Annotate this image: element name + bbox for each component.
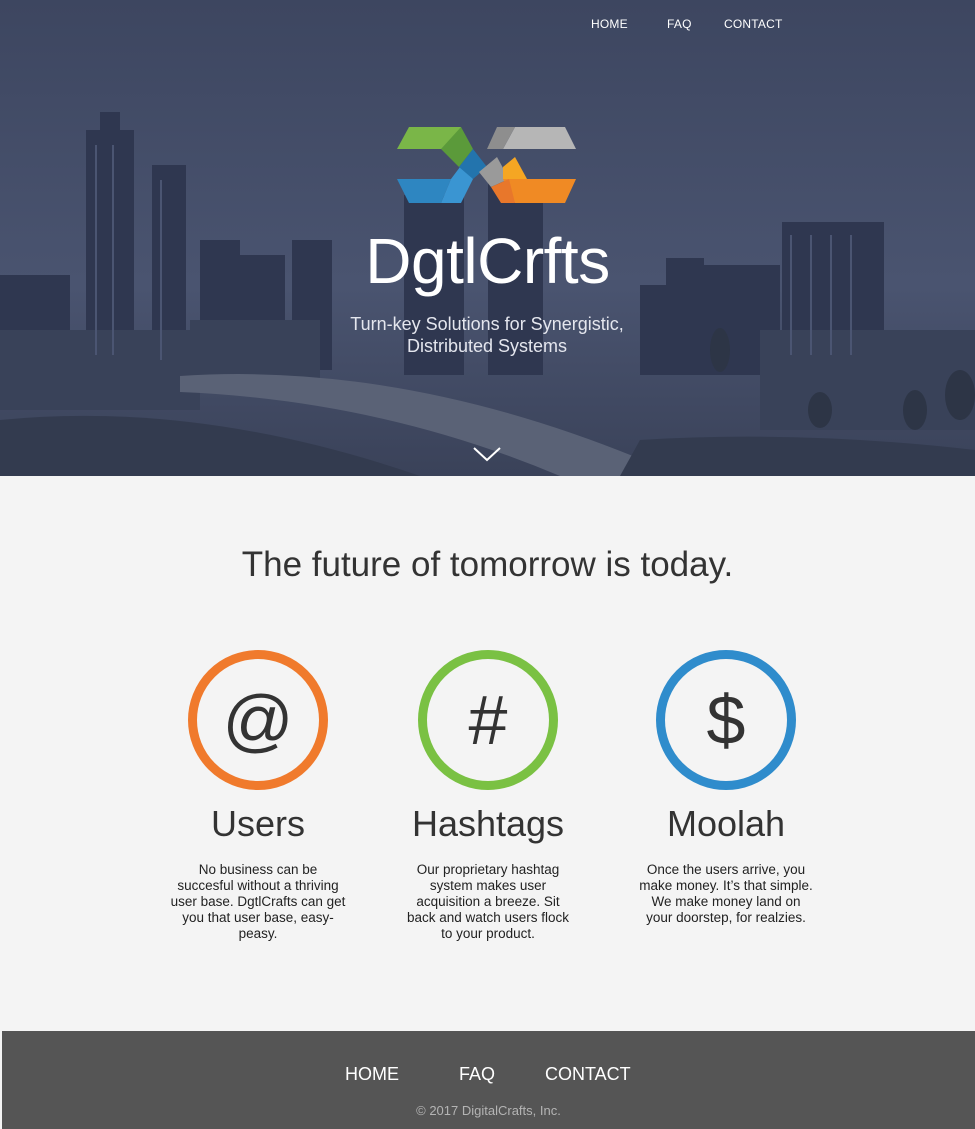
dollar-sign-icon: $ (656, 650, 796, 790)
feature-description: No business can be succesful without a t… (170, 862, 346, 941)
hero-section: HOME FAQ CONTACT DgtlCrfts Turn-key Solu… (0, 0, 975, 476)
footer: HOME FAQ CONTACT © 2017 DigitalCrafts, I… (2, 1031, 975, 1129)
nav-contact-link[interactable]: CONTACT (724, 17, 783, 31)
feature-moolah: $ Moolah Once the users arrive, you make… (626, 650, 826, 926)
footer-contact-link[interactable]: CONTACT (545, 1064, 631, 1085)
brand-title: DgtlCrfts (365, 225, 610, 297)
top-nav: HOME FAQ CONTACT (0, 17, 975, 31)
feature-title: Hashtags (411, 803, 565, 844)
nav-faq-link[interactable]: FAQ (667, 17, 692, 31)
footer-faq-link[interactable]: FAQ (459, 1064, 495, 1085)
hero-tagline: Turn-key Solutions for Synergistic, Dist… (350, 314, 624, 356)
nav-home-link[interactable]: HOME (591, 17, 628, 31)
feature-description: Our proprietary hashtag system makes use… (406, 862, 570, 941)
dgtlcrfts-logo-icon (397, 127, 576, 203)
section-headline: The future of tomorrow is today. (241, 545, 734, 584)
footer-home-link[interactable]: HOME (345, 1064, 399, 1085)
feature-description: Once the users arrive, you make money. I… (639, 862, 813, 925)
chevron-down-icon[interactable] (472, 445, 502, 463)
hashtag-icon: # (418, 650, 558, 790)
feature-users: @ Users No business can be succesful wit… (158, 650, 358, 942)
feature-title: Moolah (666, 803, 786, 844)
feature-hashtags: # Hashtags Our proprietary hashtag syste… (388, 650, 588, 942)
feature-title: Users (210, 803, 305, 844)
copyright-text: © 2017 DigitalCrafts, Inc. (416, 1103, 561, 1118)
at-sign-icon: @ (188, 650, 328, 790)
